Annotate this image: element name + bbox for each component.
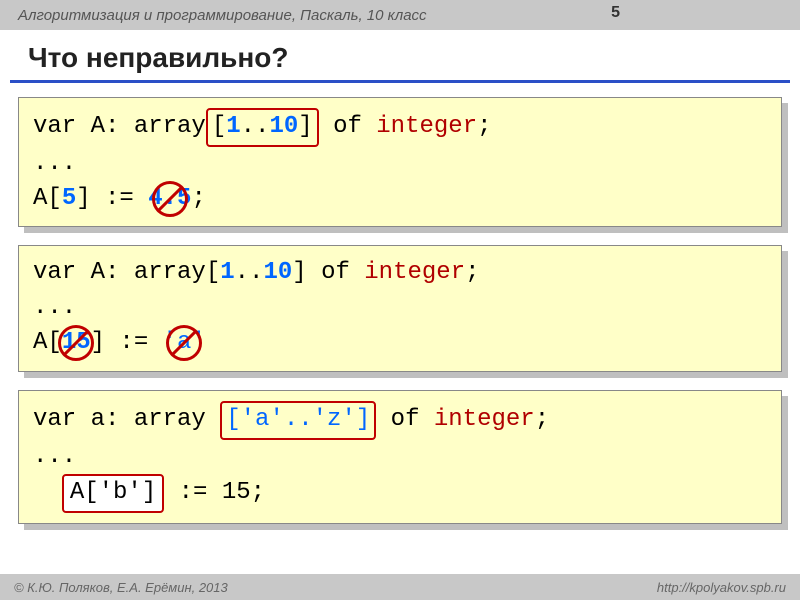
highlight-char-range: ['a'..'z'] bbox=[220, 401, 376, 440]
highlight-range: [1..10] bbox=[206, 108, 319, 147]
slide-footer: © К.Ю. Поляков, Е.А. Ерёмин, 2013 http:/… bbox=[0, 574, 800, 600]
code-line: ... bbox=[33, 291, 767, 326]
highlight-index: A['b'] bbox=[62, 474, 164, 513]
code-block-3: var a: array ['a'..'z'] of integer; ... … bbox=[18, 390, 782, 524]
footer-url: http://kpolyakov.spb.ru bbox=[657, 580, 786, 595]
slide-header: Алгоритмизация и программирование, Паска… bbox=[0, 0, 800, 30]
error-mark: 'a' bbox=[163, 326, 206, 361]
footer-authors: © К.Ю. Поляков, Е.А. Ерёмин, 2013 bbox=[14, 580, 228, 595]
header-subject: Алгоритмизация и программирование, Паска… bbox=[18, 7, 427, 24]
code-line: A[15] := 'a' bbox=[33, 326, 767, 361]
code-block-2: var A: array[1..10] of integer; ... A[15… bbox=[18, 245, 782, 371]
code-line: ... bbox=[33, 440, 767, 475]
slide-title: Что неправильно? bbox=[10, 30, 790, 83]
code-line: var A: array[1..10] of integer; bbox=[33, 256, 767, 291]
error-mark: 4.5 bbox=[148, 182, 191, 217]
error-mark: 15 bbox=[62, 326, 91, 361]
code-line: A['b'] := 15; bbox=[33, 474, 767, 513]
code-block-1: var A: array[1..10] of integer; ... A[5]… bbox=[18, 97, 782, 227]
code-line: ... bbox=[33, 147, 767, 182]
code-line: var a: array ['a'..'z'] of integer; bbox=[33, 401, 767, 440]
code-text: var A: array bbox=[33, 113, 206, 140]
code-line: var A: array[1..10] of integer; bbox=[33, 108, 767, 147]
page-number: 5 bbox=[611, 4, 620, 22]
code-line: A[5] := 4.5; bbox=[33, 182, 767, 217]
